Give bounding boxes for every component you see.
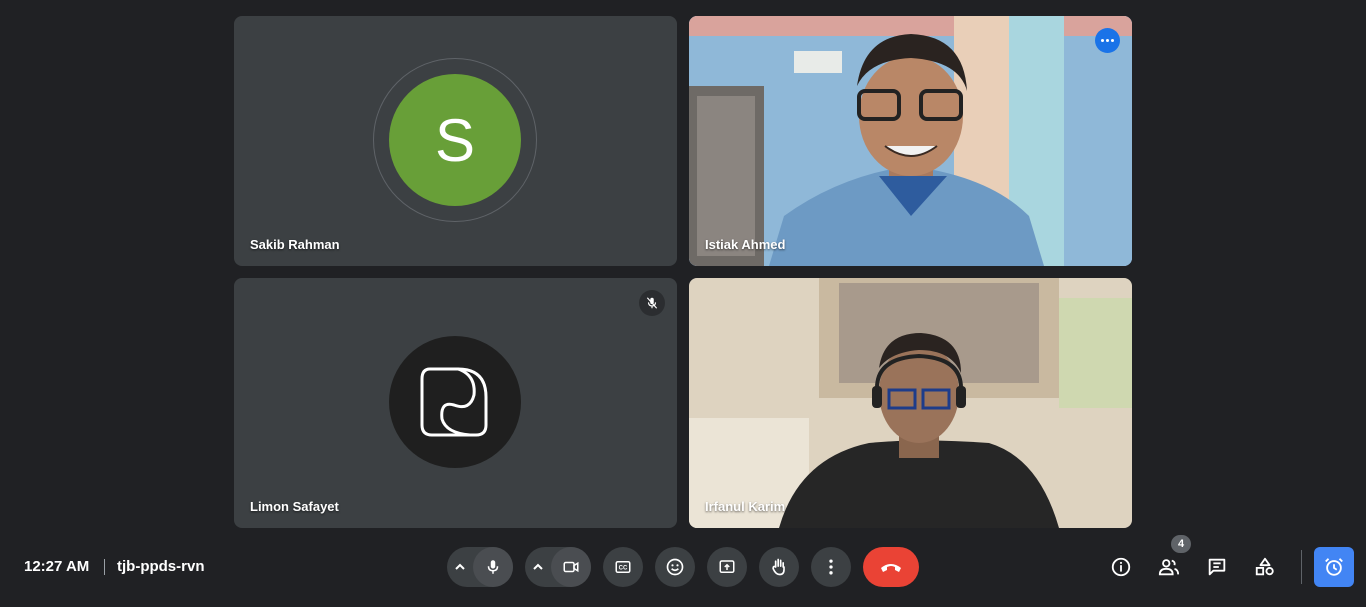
activities-button[interactable] (1251, 553, 1279, 581)
present-button[interactable] (707, 547, 747, 587)
video-feed (689, 16, 1132, 266)
more-options-button[interactable] (1095, 28, 1120, 53)
participant-tile-istiak[interactable]: Istiak Ahmed (689, 16, 1132, 266)
more-icon (829, 559, 833, 575)
timer-button[interactable] (1314, 547, 1354, 587)
audio-settings-button[interactable] (447, 561, 473, 573)
camera-control-group (525, 547, 591, 587)
end-call-button[interactable] (863, 547, 919, 587)
timer-icon (1325, 558, 1343, 576)
participant-name: Sakib Rahman (250, 237, 340, 252)
mic-control-group (447, 547, 513, 587)
end-call-icon (881, 564, 901, 572)
divider (1301, 550, 1302, 584)
participant-count-badge: 4 (1171, 535, 1191, 553)
camera-button[interactable] (551, 547, 591, 587)
raise-hand-button[interactable] (759, 547, 799, 587)
chevron-up-icon (455, 563, 465, 570)
meeting-time: 12:27 AM (24, 558, 90, 575)
chevron-up-icon (533, 563, 543, 570)
mic-button[interactable] (473, 547, 513, 587)
avatar: S (389, 74, 521, 206)
activities-icon (1255, 557, 1274, 576)
participant-tile-sakib[interactable]: S Sakib Rahman (234, 16, 677, 266)
svg-text:CC: CC (619, 566, 628, 572)
people-button[interactable] (1155, 553, 1183, 581)
present-icon (719, 560, 735, 573)
more-options-button[interactable] (811, 547, 851, 587)
participant-name: Limon Safayet (250, 499, 339, 514)
mic-muted-icon (639, 290, 665, 316)
mic-icon (487, 560, 499, 574)
camera-icon (563, 561, 579, 573)
avatar (389, 336, 521, 468)
chat-icon (1208, 558, 1226, 576)
chat-button[interactable] (1203, 553, 1231, 581)
avatar-letter: S (434, 106, 476, 174)
video-settings-button[interactable] (525, 561, 551, 573)
captions-icon: CC (615, 561, 631, 573)
info-icon (1111, 557, 1131, 577)
participant-tile-irfanul[interactable]: Irfanul Karim (689, 278, 1132, 528)
participant-name: Istiak Ahmed (705, 237, 786, 252)
meeting-details-button[interactable] (1107, 553, 1135, 581)
hand-icon (772, 558, 785, 576)
captions-button[interactable]: CC (603, 547, 643, 587)
people-icon (1158, 559, 1180, 576)
emoji-icon (666, 558, 684, 576)
video-feed (689, 278, 1132, 528)
meeting-code: tjb-ppds-rvn (117, 558, 205, 575)
reactions-button[interactable] (655, 547, 695, 587)
participant-tile-limon[interactable]: Limon Safayet (234, 278, 677, 528)
participant-name: Irfanul Karim (705, 499, 786, 514)
divider (104, 559, 105, 575)
